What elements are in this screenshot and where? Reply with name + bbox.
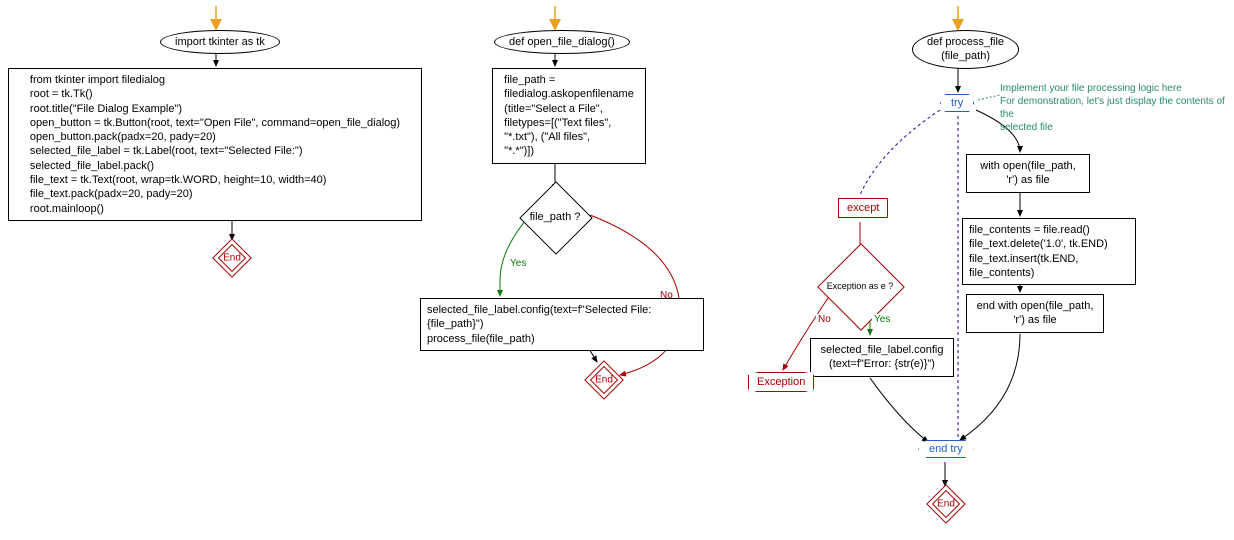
text: file_path = filedialog.askopenfilename (… — [504, 73, 634, 159]
exception-label: Exception — [748, 372, 814, 392]
flow2-body1: file_path = filedialog.askopenfilename (… — [492, 68, 646, 164]
text: from tkinter import filedialog root = tk… — [30, 73, 400, 216]
cond-label: file_path ? — [530, 211, 581, 223]
flow1-end: End — [218, 244, 246, 272]
flow3-endtry: end try — [918, 440, 974, 458]
end-label: End — [223, 253, 241, 264]
flow1-body: from tkinter import filedialog root = tk… — [8, 68, 422, 221]
end-label: End — [595, 375, 613, 386]
flow3-no: No — [816, 314, 833, 325]
flow2-start: def open_file_dialog() — [494, 30, 630, 54]
flow3-body2: selected_file_label.config (text=f"Error… — [810, 338, 954, 377]
text: selected_file_label.config (text=f"Error… — [821, 343, 944, 372]
flow2-body2: selected_file_label.config(text=f"Select… — [420, 298, 704, 351]
label: import tkinter as tk — [175, 35, 265, 49]
flow3-body1: file_contents = file.read() file_text.de… — [962, 218, 1136, 285]
flow3-yes: Yes — [872, 314, 892, 325]
flow2-end: End — [590, 366, 618, 394]
flow2-yes: Yes — [508, 258, 528, 269]
end-label: End — [937, 499, 955, 510]
text: selected_file_label.config(text=f"Select… — [427, 303, 697, 346]
label: def open_file_dialog() — [509, 35, 615, 49]
label: def process_file (file_path) — [927, 35, 1004, 64]
flow3-cond: Exception as e ? — [830, 256, 890, 316]
flow2-cond: file_path ? — [530, 192, 580, 242]
flow3-start: def process_file (file_path) — [912, 30, 1019, 69]
flow3-with1: with open(file_path, 'r') as file — [966, 154, 1090, 193]
flow3-try: try — [940, 94, 974, 112]
flow3-except: except — [838, 198, 888, 218]
flow3-with2: end with open(file_path, 'r') as file — [966, 294, 1104, 333]
flow3-end: End — [932, 490, 960, 518]
flow3-exception: Exception — [748, 372, 814, 392]
flow1-start: import tkinter as tk — [160, 30, 280, 54]
text: file_contents = file.read() file_text.de… — [969, 223, 1129, 280]
endtry-label: end try — [929, 443, 963, 455]
flow3-comment: Implement your file processing logic her… — [1000, 82, 1230, 134]
except-label: except — [838, 198, 888, 218]
cond-label: Exception as e ? — [827, 281, 894, 291]
try-label: try — [951, 97, 963, 109]
text: with open(file_path, 'r') as file — [980, 159, 1075, 188]
text: end with open(file_path, 'r') as file — [977, 299, 1094, 328]
